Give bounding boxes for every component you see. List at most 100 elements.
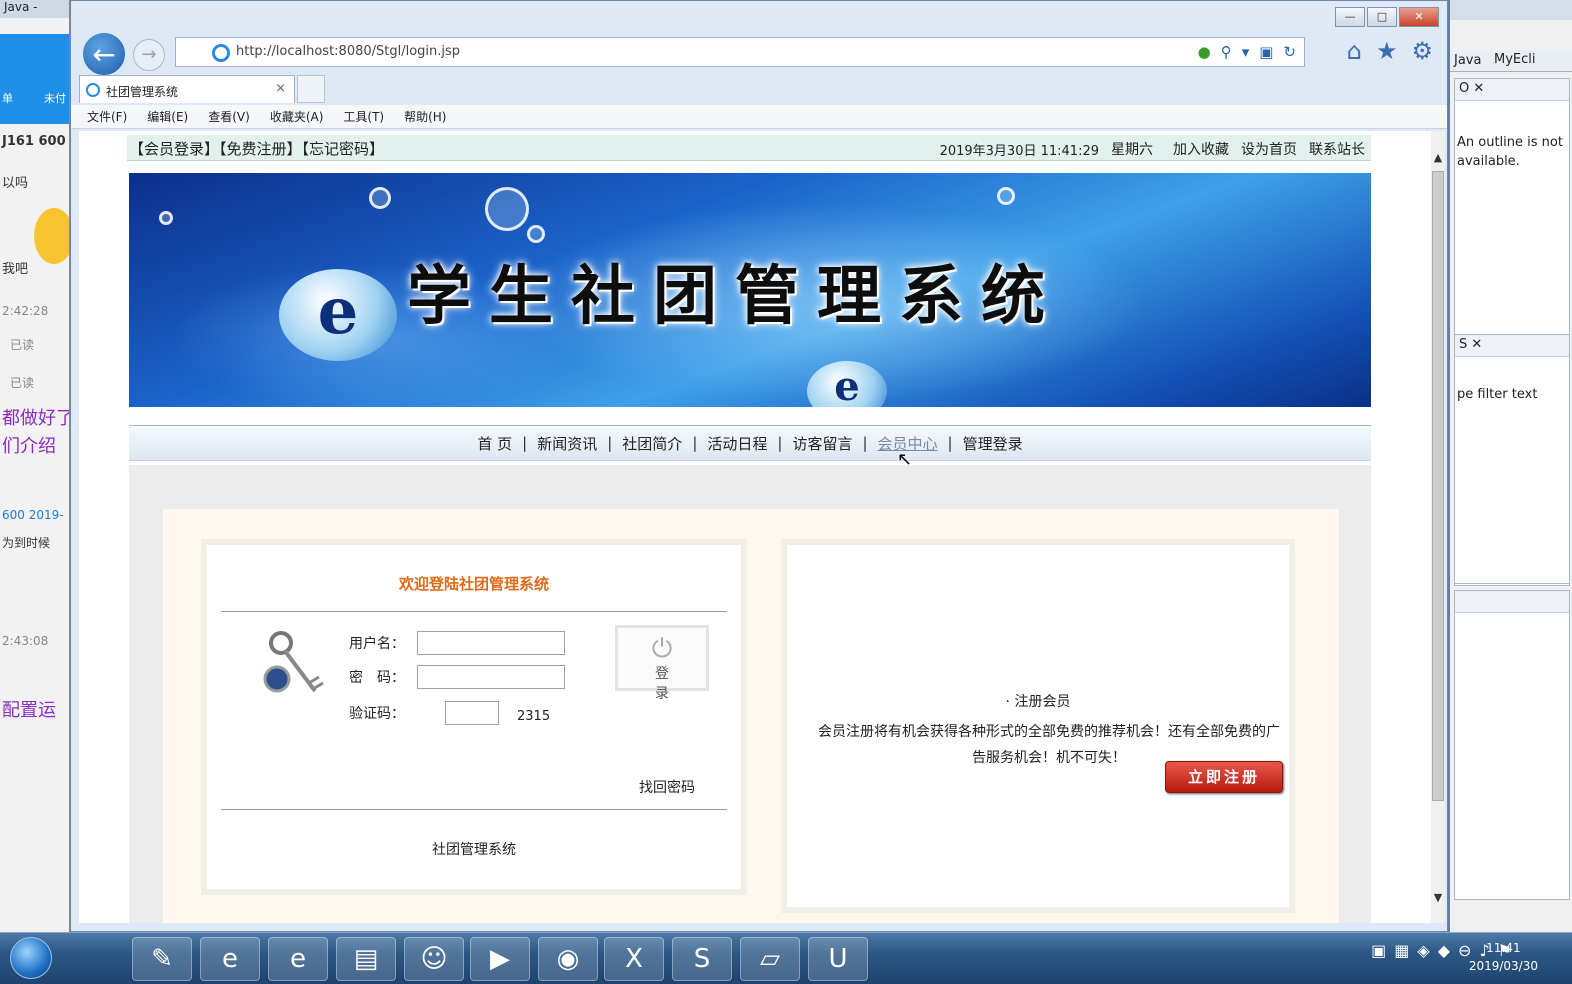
page-viewport: 【会员登录】【免费注册】【忘记密码】 2019年3月30日 11:41:29 星… <box>79 131 1431 923</box>
tray-icon[interactable]: ◆ <box>1438 941 1450 960</box>
scrollbar-thumb[interactable] <box>1432 171 1444 801</box>
nav-home[interactable]: 首 页 <box>477 433 512 454</box>
member-links[interactable]: 【会员登录】【免费注册】【忘记密码】 <box>129 138 384 159</box>
search-icon[interactable]: ⚲ <box>1221 43 1232 61</box>
taskbar-clock[interactable]: 11:41 2019/03/30 <box>1469 939 1538 975</box>
background-chat-app: Java - 单 未付 J161 600 以吗 我吧 2:42:28 已读 已读… <box>0 0 70 932</box>
background-text: 我吧 <box>2 262 29 277</box>
taskbar-explorer-icon[interactable]: ▤ <box>336 937 396 981</box>
banner-bubble <box>527 225 545 243</box>
start-button[interactable] <box>10 937 52 979</box>
background-text: 2:42:28 <box>2 304 49 318</box>
background-text: 以吗 <box>2 176 29 191</box>
taskbar-ie-green-icon[interactable]: e <box>268 937 328 981</box>
eclipse-ide-panel: Java MyEcli O ✕ An outline is not availa… <box>1448 0 1572 932</box>
minimize-button[interactable]: — <box>1335 7 1365 27</box>
menu-help[interactable]: 帮助(H) <box>404 108 446 125</box>
tray-icon[interactable]: ▣ <box>1371 941 1386 960</box>
tray-icon[interactable]: ◈ <box>1417 941 1429 960</box>
banner-bubble <box>369 187 391 209</box>
menu-tools[interactable]: 工具(T) <box>343 108 384 125</box>
window-controls: — □ ✕ <box>1335 7 1439 27</box>
tray-icon[interactable]: ▦ <box>1394 941 1409 960</box>
link-add-favorite[interactable]: 加入收藏 <box>1173 139 1229 159</box>
nav-intro[interactable]: 社团简介 <box>622 433 682 454</box>
favorites-star-icon[interactable]: ★ <box>1376 37 1398 65</box>
username-label: 用户名： <box>349 636 405 652</box>
address-bar-tools: ● ⚲ ▾ ▣ ↻ <box>1198 43 1296 61</box>
back-button[interactable]: ← <box>81 31 127 77</box>
maximize-button[interactable]: □ <box>1367 7 1397 27</box>
home-icon[interactable]: ⌂ <box>1347 37 1362 65</box>
second-view-tab[interactable]: S <box>1459 337 1467 352</box>
taskbar-book-icon[interactable]: ▱ <box>740 937 800 981</box>
captcha-code[interactable]: 2315 <box>517 709 550 724</box>
second-view: S ✕ pe filter text <box>1454 334 1570 584</box>
divider <box>221 611 727 612</box>
settings-gear-icon[interactable]: ⚙ <box>1411 37 1433 65</box>
link-contact[interactable]: 联系站长 <box>1309 139 1365 159</box>
eclipse-title-bar <box>1450 0 1572 20</box>
banner-bubble <box>485 187 529 231</box>
background-text: J161 600 <box>2 134 66 149</box>
menu-edit[interactable]: 编辑(E) <box>147 108 188 125</box>
forgot-password-link[interactable]: 找回密码 <box>639 777 695 797</box>
key-icon <box>263 631 324 693</box>
background-text: 们介绍 <box>2 436 56 457</box>
menu-file[interactable]: 文件(F) <box>87 108 127 125</box>
taskbar-eclipse-icon[interactable]: S <box>672 937 732 981</box>
register-now-button[interactable]: 立即注册 <box>1165 761 1283 793</box>
outline-tab[interactable]: O <box>1459 81 1469 96</box>
taskbar-tools-icon[interactable]: ✎ <box>132 937 192 981</box>
refresh-icon[interactable]: ↻ <box>1283 43 1296 61</box>
vertical-scrollbar[interactable]: ▲ ▼ <box>1431 131 1445 923</box>
taskbar-app-icon[interactable]: U <box>808 937 868 981</box>
forward-button[interactable]: → <box>133 39 165 71</box>
emoji-icon <box>34 208 69 264</box>
browser-tab[interactable]: 社团管理系统 × <box>79 75 295 103</box>
url-text[interactable]: http://localhost:8080/Stgl/login.jsp <box>236 44 460 59</box>
register-title: · 注册会员 <box>1005 694 1071 710</box>
captcha-label: 验证码： <box>349 706 405 722</box>
tab-close-icon[interactable]: × <box>275 81 286 96</box>
nav-guestbook[interactable]: 访客留言 <box>792 433 852 454</box>
filter-text-input[interactable]: pe filter text <box>1455 357 1569 402</box>
close-button[interactable]: ✕ <box>1399 7 1439 27</box>
username-input[interactable] <box>417 631 565 655</box>
myeclipse-perspective-tab[interactable]: MyEcli <box>1494 52 1536 67</box>
rss-icon[interactable]: ▣ <box>1259 43 1273 61</box>
java-perspective-tab[interactable]: Java <box>1454 53 1481 68</box>
taskbar-wechat-icon[interactable]: ☺ <box>404 937 464 981</box>
login-button[interactable]: ⏻ 登录 <box>615 625 709 702</box>
clock-time: 11:41 <box>1486 941 1521 955</box>
nav-schedule[interactable]: 活动日程 <box>707 433 767 454</box>
captcha-input[interactable] <box>445 701 499 725</box>
new-tab-button[interactable] <box>297 75 325 103</box>
taskbar-media-icon[interactable]: ◉ <box>538 937 598 981</box>
nav-separator: | <box>947 434 953 452</box>
compat-icon[interactable]: ● <box>1198 43 1211 61</box>
taskbar-green-app-icon[interactable]: ▶ <box>470 937 530 981</box>
background-app-blue-panel: 单 未付 <box>0 34 69 124</box>
nav-separator: | <box>862 434 868 452</box>
background-text: 未付 <box>44 92 66 105</box>
outline-view-header: O ✕ <box>1455 79 1569 101</box>
taskbar-ie-icon[interactable]: e <box>200 937 260 981</box>
password-input[interactable] <box>417 665 565 689</box>
register-box: · 注册会员 会员注册将有机会获得各种形式的全部免费的推荐机会！还有全部免费的广… <box>781 539 1295 913</box>
second-view-header: S ✕ <box>1455 335 1569 357</box>
nav-news[interactable]: 新闻资讯 <box>537 433 597 454</box>
background-text: 都做好了 <box>2 408 70 429</box>
scroll-down-icon[interactable]: ▼ <box>1431 891 1445 907</box>
nav-separator: | <box>607 434 613 452</box>
address-bar[interactable]: http://localhost:8080/Stgl/login.jsp ● ⚲… <box>175 37 1305 67</box>
taskbar-excel-icon[interactable]: X <box>604 937 664 981</box>
top-right-info: 2019年3月30日 11:41:29 星期六 加入收藏 设为首页 联系站长 <box>940 139 1365 159</box>
login-footer: 社团管理系统 <box>432 842 516 858</box>
scroll-up-icon[interactable]: ▲ <box>1431 151 1445 167</box>
nav-admin-login[interactable]: 管理登录 <box>963 433 1023 454</box>
link-set-homepage[interactable]: 设为首页 <box>1241 139 1297 159</box>
menu-favorites[interactable]: 收藏夹(A) <box>270 108 324 125</box>
menu-view[interactable]: 查看(V) <box>208 108 250 125</box>
dropdown-icon[interactable]: ▾ <box>1242 43 1250 61</box>
